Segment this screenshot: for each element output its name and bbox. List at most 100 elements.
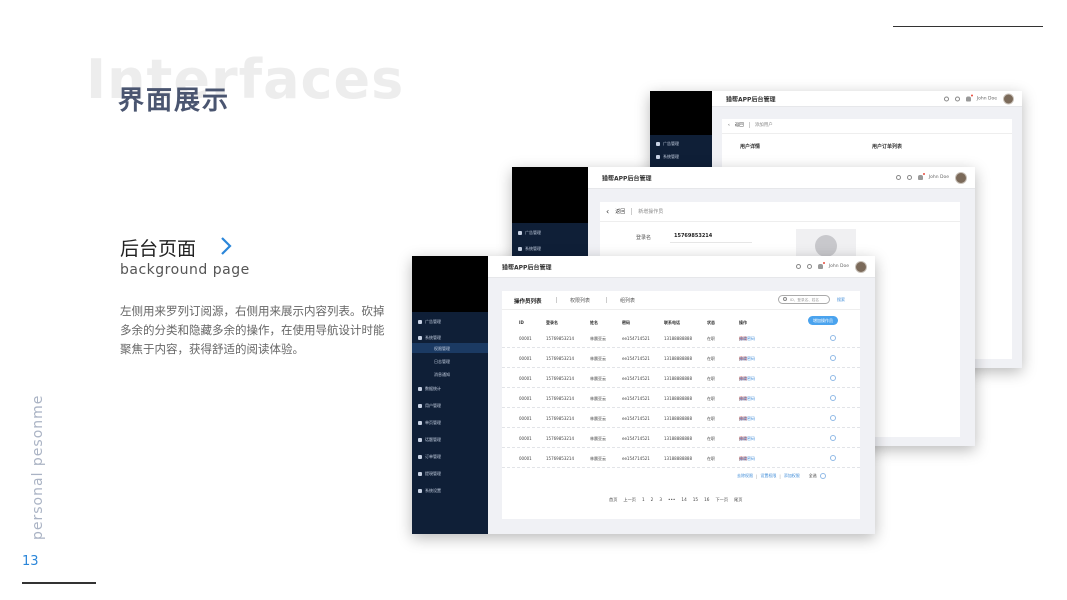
avatar[interactable] bbox=[955, 171, 967, 184]
back-link[interactable]: 返回 bbox=[615, 208, 625, 215]
cell-login: 15769853214 bbox=[546, 356, 574, 361]
page-link[interactable]: 14 bbox=[681, 497, 686, 503]
bell-icon[interactable] bbox=[817, 262, 825, 269]
cell-name: 林晨亚云 bbox=[590, 336, 606, 341]
breadcrumb: ‹ 返回 添加用户 bbox=[728, 122, 773, 128]
cell-phone: 13188888888 bbox=[664, 456, 692, 461]
page-link[interactable]: 上一页 bbox=[623, 497, 636, 503]
cell-pwd: ee154714521 bbox=[622, 416, 650, 421]
cell-status: 在职 bbox=[707, 456, 715, 461]
page-link[interactable]: 1 bbox=[642, 497, 645, 503]
system-icon bbox=[418, 336, 422, 340]
row-select-radio[interactable] bbox=[830, 335, 836, 341]
col-id: ID bbox=[519, 320, 524, 325]
sidebar-item-system[interactable]: 系统管理 bbox=[418, 335, 441, 341]
user-name[interactable]: John Doe bbox=[977, 96, 997, 101]
select-all-radio[interactable] bbox=[819, 473, 826, 479]
sidebar-active-highlight bbox=[412, 343, 488, 353]
search-button[interactable]: 搜索 bbox=[837, 297, 845, 303]
disable-link[interactable]: 停用 bbox=[739, 416, 747, 422]
topic-icon bbox=[418, 438, 422, 442]
add-operator-button[interactable]: 增加操作员 bbox=[808, 316, 838, 325]
cell-name: 林晨亚云 bbox=[590, 416, 606, 421]
cell-id: 00001 bbox=[519, 436, 532, 441]
sidebar-item-system[interactable]: 系统管理 bbox=[656, 154, 679, 160]
user-name[interactable]: John Doe bbox=[929, 175, 949, 180]
search-icon[interactable] bbox=[954, 96, 960, 101]
row-select-radio[interactable] bbox=[830, 435, 836, 441]
sidebar-item-orders[interactable]: 订单管理 bbox=[418, 454, 441, 460]
user-name[interactable]: John Doe bbox=[829, 264, 849, 269]
sidebar-item-ads[interactable]: 广告管理 bbox=[418, 319, 441, 325]
page-link[interactable]: 首页 bbox=[609, 497, 617, 503]
cell-pwd: ee154714521 bbox=[622, 456, 650, 461]
add-permission-link[interactable]: 添加权限 bbox=[784, 473, 800, 479]
row-select-radio[interactable] bbox=[830, 355, 836, 361]
page-link[interactable]: 2 bbox=[651, 497, 654, 503]
back-link[interactable]: 返回 bbox=[735, 122, 744, 128]
search-icon[interactable] bbox=[806, 264, 812, 269]
order-icon bbox=[418, 455, 422, 459]
bell-icon[interactable] bbox=[917, 173, 925, 180]
page-link[interactable]: 16 bbox=[704, 497, 709, 503]
avatar[interactable] bbox=[1003, 93, 1014, 104]
cell-id: 00001 bbox=[519, 416, 532, 421]
avatar-placeholder-icon bbox=[815, 235, 837, 257]
cell-name: 林晨亚云 bbox=[590, 356, 606, 361]
page-number: 13 bbox=[22, 554, 39, 569]
sidebar-item-system[interactable]: 系统管理 bbox=[518, 246, 541, 252]
sidebar-item-stats[interactable]: 数据统计 bbox=[418, 386, 441, 392]
disable-link[interactable]: 停用 bbox=[739, 396, 747, 402]
sidebar-item-logs[interactable]: 日志管理 bbox=[434, 359, 450, 365]
disable-link[interactable]: 停用 bbox=[739, 456, 747, 462]
header-tools: John Doe bbox=[943, 93, 1014, 104]
top-rule bbox=[893, 26, 1043, 27]
cell-id: 00001 bbox=[519, 396, 532, 401]
sidebar-item-ads[interactable]: 广告管理 bbox=[518, 230, 541, 236]
sidebar-item-permissions[interactable]: 权限管理 bbox=[434, 346, 450, 352]
sidebar-logo-area bbox=[512, 167, 588, 223]
disable-link[interactable]: 停用 bbox=[739, 436, 747, 442]
remove-permission-link[interactable]: 去除权限 bbox=[737, 473, 753, 479]
page-link[interactable]: 下一页 bbox=[715, 497, 728, 503]
search-icon[interactable] bbox=[906, 175, 912, 180]
login-name-field[interactable]: 15769853214 bbox=[670, 229, 752, 243]
tab-permissions[interactable]: 权限列表 bbox=[570, 297, 590, 304]
bell-icon[interactable] bbox=[965, 94, 973, 101]
row-select-radio[interactable] bbox=[830, 395, 836, 401]
cell-status: 在职 bbox=[707, 376, 715, 381]
settings-icon[interactable] bbox=[943, 96, 949, 101]
avatar[interactable] bbox=[855, 260, 867, 273]
row-select-radio[interactable] bbox=[830, 375, 836, 381]
set-permission-link[interactable]: 设置权限 bbox=[760, 473, 776, 479]
page-link[interactable]: 15 bbox=[693, 497, 698, 503]
tab-operators[interactable]: 操作员列表 bbox=[514, 297, 542, 305]
back-arrow-icon[interactable]: ‹ bbox=[606, 208, 609, 216]
disable-link[interactable]: 停用 bbox=[739, 336, 747, 342]
user-icon bbox=[418, 404, 422, 408]
login-name-label: 登录名 bbox=[636, 235, 652, 241]
sidebar-item-ads[interactable]: 广告管理 bbox=[656, 141, 679, 147]
page-link[interactable]: 3 bbox=[659, 497, 662, 503]
table-row: 00001 15769853214 林晨亚云 ee154714521 131888888… bbox=[502, 348, 860, 368]
disable-link[interactable]: 停用 bbox=[739, 356, 747, 362]
row-select-radio[interactable] bbox=[830, 415, 836, 421]
page-link[interactable]: ••• bbox=[668, 497, 675, 503]
cell-name: 林晨亚云 bbox=[590, 436, 606, 441]
settings-icon[interactable] bbox=[895, 175, 901, 180]
sidebar-item-pages[interactable]: 单页管理 bbox=[418, 420, 441, 426]
sidebar-item-topics[interactable]: 话题管理 bbox=[418, 437, 441, 443]
disable-link[interactable]: 停用 bbox=[739, 376, 747, 382]
sidebar-item-users[interactable]: 用户管理 bbox=[418, 403, 441, 409]
tab-groups[interactable]: 组列表 bbox=[620, 297, 635, 304]
page-link[interactable]: 尾页 bbox=[734, 497, 742, 503]
bottom-rule bbox=[22, 582, 96, 584]
sidebar-item-withdraw[interactable]: 提現管理 bbox=[418, 471, 441, 477]
search-input[interactable]: ID、登录名、姓名 bbox=[778, 295, 830, 304]
sidebar-item-settings[interactable]: 系统设置 bbox=[418, 488, 441, 494]
back-arrow-icon[interactable]: ‹ bbox=[728, 123, 730, 128]
sidebar-item-messages[interactable]: 消息通知 bbox=[434, 372, 450, 378]
page-icon bbox=[418, 421, 422, 425]
settings-icon[interactable] bbox=[795, 264, 801, 269]
row-select-radio[interactable] bbox=[830, 455, 836, 461]
